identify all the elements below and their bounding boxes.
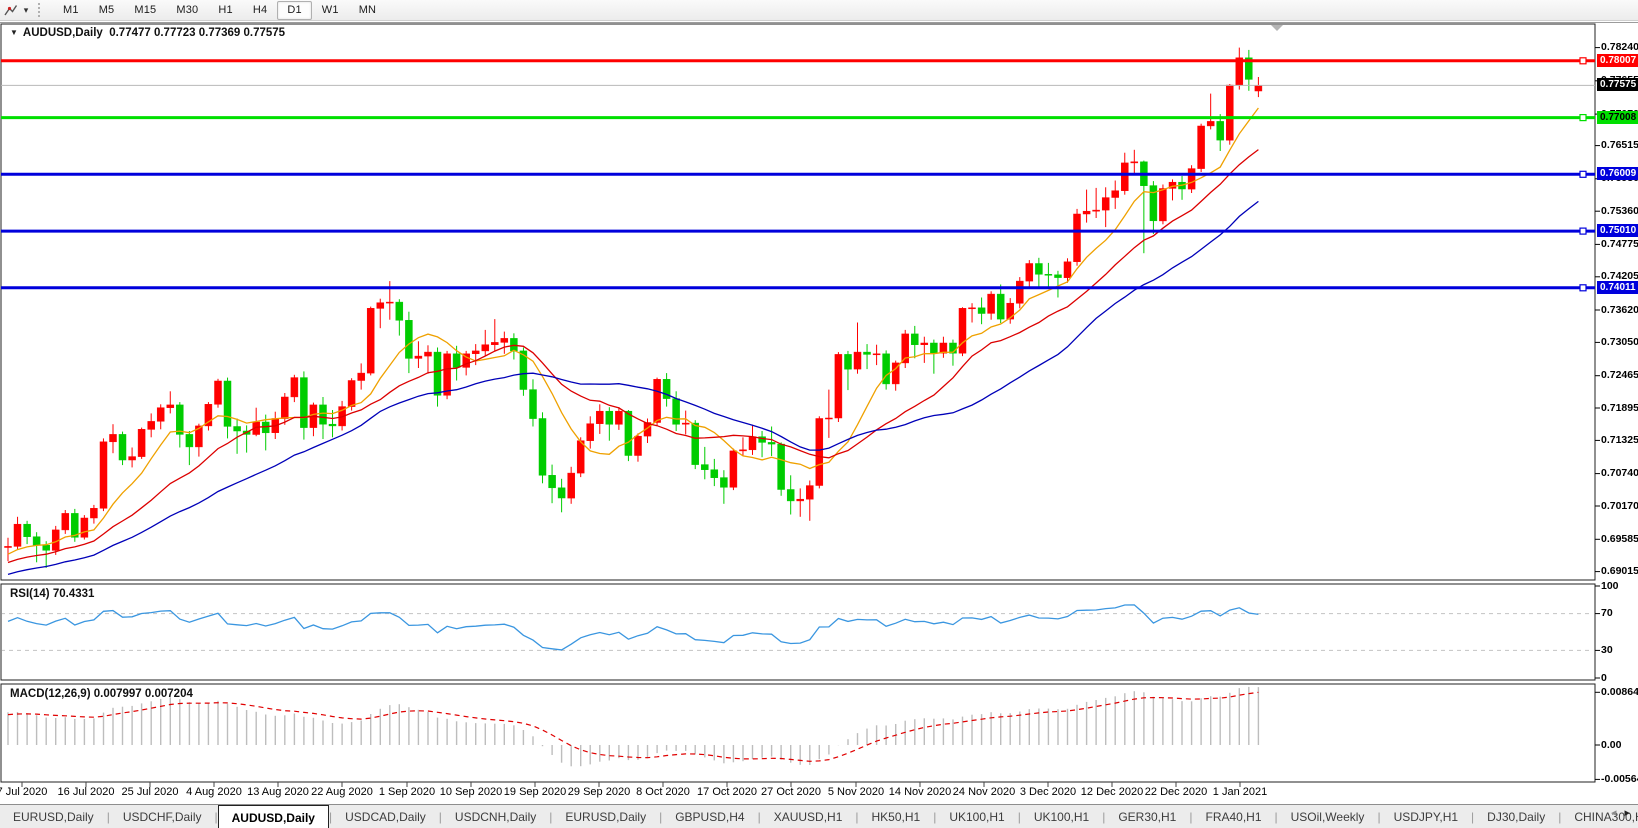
chart-tab-dj30-daily[interactable]: DJ30,Daily — [1474, 805, 1558, 828]
chart-tab-usoil-weekly[interactable]: USOil,Weekly — [1278, 805, 1378, 828]
chart-tab-usdchf-daily[interactable]: USDCHF,Daily — [110, 805, 215, 828]
tab-scroll-left-icon[interactable]: ◂ — [1607, 807, 1621, 819]
chart-tab-eurusd-daily[interactable]: EURUSD,Daily — [0, 805, 107, 828]
chart-tab-ger30-h1[interactable]: GER30,H1 — [1105, 805, 1189, 828]
chart-tab-eurusd-daily[interactable]: EURUSD,Daily — [552, 805, 659, 828]
chart-tab-usdcnh-daily[interactable]: USDCNH,Daily — [442, 805, 549, 828]
tab-scroll-arrows: ◂▸ — [1607, 806, 1634, 819]
symbol-tab-bar: EURUSD,Daily|USDCHF,Daily|AUDUSD,Daily|U… — [0, 804, 1638, 828]
chart-tab-fra40-h1[interactable]: FRA40,H1 — [1192, 805, 1274, 828]
chart-tab-usdcad-daily[interactable]: USDCAD,Daily — [332, 805, 439, 828]
chart-tab-hk50-h1[interactable]: HK50,H1 — [859, 805, 934, 828]
trading-platform-window: ▾ M1M5M15M30H1H4D1W1MN ▼AUDUSD,Daily 0.7… — [0, 0, 1638, 828]
chart-tab-uk100-h1[interactable]: UK100,H1 — [936, 805, 1017, 828]
chart-tab-usdjpy-h1[interactable]: USDJPY,H1 — [1381, 805, 1471, 828]
chart-tab-uk100-h1[interactable]: UK100,H1 — [1021, 805, 1102, 828]
chart-tab-gbpusd-h4[interactable]: GBPUSD,H4 — [662, 805, 757, 828]
chart-canvas[interactable] — [0, 0, 1638, 828]
chart-tab-xauusd-h1[interactable]: XAUUSD,H1 — [761, 805, 856, 828]
chart-tab-audusd-daily[interactable]: AUDUSD,Daily — [218, 805, 329, 828]
tab-scroll-right-icon[interactable]: ▸ — [1620, 807, 1634, 819]
